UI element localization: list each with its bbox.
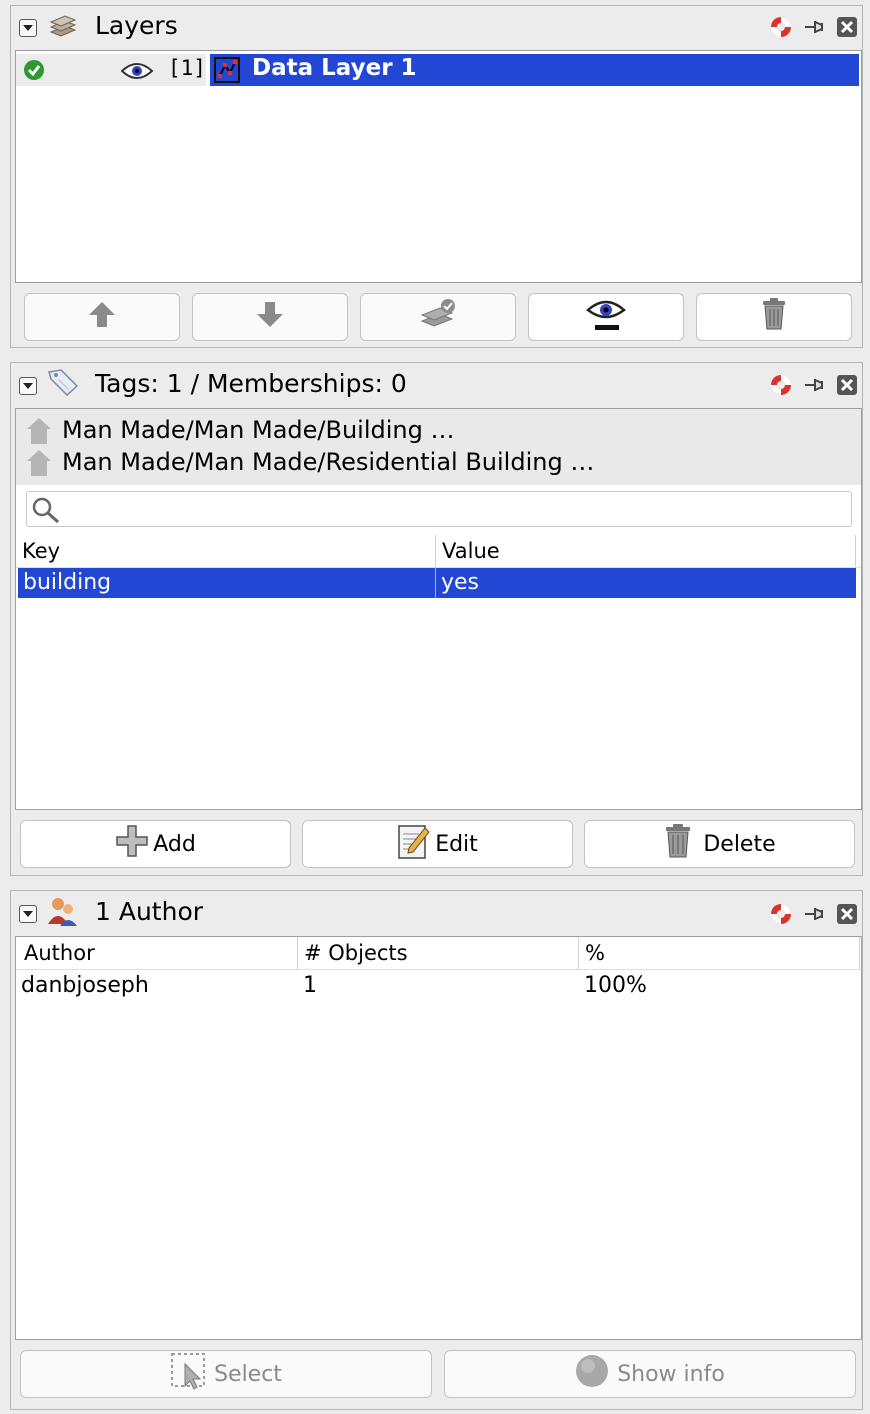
add-label: Add bbox=[153, 831, 196, 857]
layer-name-cell[interactable]: Data Layer 1 bbox=[210, 54, 859, 86]
layers-stack-icon bbox=[47, 14, 77, 42]
column-header-author[interactable]: Author bbox=[16, 937, 298, 969]
collapse-icon[interactable] bbox=[19, 19, 37, 37]
arrow-down-icon bbox=[255, 299, 285, 335]
author-table: Author # Objects % danbjoseph 1 100% bbox=[15, 936, 862, 1340]
column-header-percent[interactable]: % bbox=[579, 937, 860, 969]
arrow-up-icon bbox=[87, 299, 117, 335]
preset-name: Man Made/Man Made/Residential Building … bbox=[62, 448, 595, 476]
edit-tag-button[interactable]: Edit bbox=[302, 820, 573, 868]
author-objects[interactable]: 1 bbox=[298, 971, 579, 1001]
panel-title: Tags: 1 / Memberships: 0 bbox=[95, 369, 407, 398]
author-percent[interactable]: 100% bbox=[579, 971, 860, 1001]
layers-panel-titlebar: Layers bbox=[11, 6, 862, 46]
panel-title: 1 Author bbox=[95, 897, 204, 926]
house-icon bbox=[26, 449, 52, 481]
search-input[interactable] bbox=[67, 495, 841, 525]
column-header-key[interactable]: Key bbox=[16, 535, 436, 567]
layers-panel: Layers [1] Data Layer 1 bbox=[10, 5, 863, 348]
lifebuoy-icon[interactable] bbox=[769, 15, 793, 39]
authors-panel-titlebar: 1 Author bbox=[11, 891, 862, 931]
move-up-button[interactable] bbox=[24, 293, 180, 341]
add-tag-button[interactable]: Add bbox=[20, 820, 291, 868]
panel-title: Layers bbox=[95, 11, 178, 40]
merge-layers-icon bbox=[418, 297, 458, 337]
layer-list[interactable]: [1] Data Layer 1 bbox=[15, 50, 862, 283]
tag-value[interactable]: yes bbox=[436, 568, 856, 598]
table-row[interactable]: danbjoseph 1 100% bbox=[16, 971, 861, 1001]
select-label: Select bbox=[214, 1361, 282, 1387]
lifebuoy-icon[interactable] bbox=[769, 373, 793, 397]
delete-layer-button[interactable] bbox=[696, 293, 852, 341]
delete-tag-button[interactable]: Delete bbox=[584, 820, 855, 868]
info-globe-icon bbox=[575, 1354, 609, 1394]
house-icon bbox=[26, 417, 52, 449]
close-icon[interactable] bbox=[835, 902, 859, 926]
tags-panel-titlebar: Tags: 1 / Memberships: 0 bbox=[11, 363, 862, 403]
trash-icon bbox=[663, 823, 693, 865]
pin-icon[interactable] bbox=[803, 15, 827, 39]
edit-label: Edit bbox=[435, 831, 478, 857]
merge-layer-button[interactable] bbox=[360, 293, 516, 341]
select-cursor-icon bbox=[170, 1352, 208, 1396]
author-name[interactable]: danbjoseph bbox=[16, 971, 298, 1001]
collapse-icon[interactable] bbox=[19, 905, 37, 923]
layer-name: Data Layer 1 bbox=[252, 55, 417, 81]
tag-table: Key Value building yes bbox=[16, 535, 861, 809]
toggle-visibility-button[interactable] bbox=[528, 293, 684, 341]
delete-label: Delete bbox=[703, 831, 776, 857]
trash-icon bbox=[759, 297, 789, 337]
tag-table-header: Key Value bbox=[16, 535, 861, 568]
move-down-button[interactable] bbox=[192, 293, 348, 341]
plus-icon bbox=[115, 824, 149, 864]
tag-search-box[interactable] bbox=[26, 491, 852, 527]
select-button[interactable]: Select bbox=[20, 1350, 432, 1398]
users-icon bbox=[47, 896, 79, 930]
show-info-label: Show info bbox=[617, 1361, 725, 1387]
data-layer-icon bbox=[212, 56, 242, 88]
table-row[interactable]: building yes bbox=[18, 568, 856, 598]
authors-panel: 1 Author Author # Objects % danbjoseph 1… bbox=[10, 890, 863, 1410]
close-icon[interactable] bbox=[835, 15, 859, 39]
search-icon bbox=[31, 496, 61, 528]
tag-icon bbox=[47, 368, 79, 400]
preset-name: Man Made/Man Made/Building … bbox=[62, 416, 455, 444]
author-table-header: Author # Objects % bbox=[16, 937, 861, 970]
eye-visibility-icon bbox=[585, 297, 627, 337]
pin-icon[interactable] bbox=[803, 902, 827, 926]
show-info-button[interactable]: Show info bbox=[444, 1350, 856, 1398]
layer-row[interactable]: [1] Data Layer 1 bbox=[16, 54, 861, 86]
column-header-value[interactable]: Value bbox=[436, 535, 856, 567]
eye-icon[interactable] bbox=[120, 61, 154, 85]
tags-content: Man Made/Man Made/Building … Man Made/Ma… bbox=[15, 408, 862, 810]
close-icon[interactable] bbox=[835, 373, 859, 397]
pin-icon[interactable] bbox=[803, 373, 827, 397]
collapse-icon[interactable] bbox=[19, 377, 37, 395]
edit-icon bbox=[397, 822, 431, 866]
tags-panel: Tags: 1 / Memberships: 0 Man Made/Man Ma… bbox=[10, 362, 863, 876]
tag-key[interactable]: building bbox=[18, 568, 436, 598]
column-header-objects[interactable]: # Objects bbox=[298, 937, 579, 969]
check-icon[interactable] bbox=[23, 59, 45, 85]
lifebuoy-icon[interactable] bbox=[769, 902, 793, 926]
layer-index: [1] bbox=[168, 56, 206, 80]
